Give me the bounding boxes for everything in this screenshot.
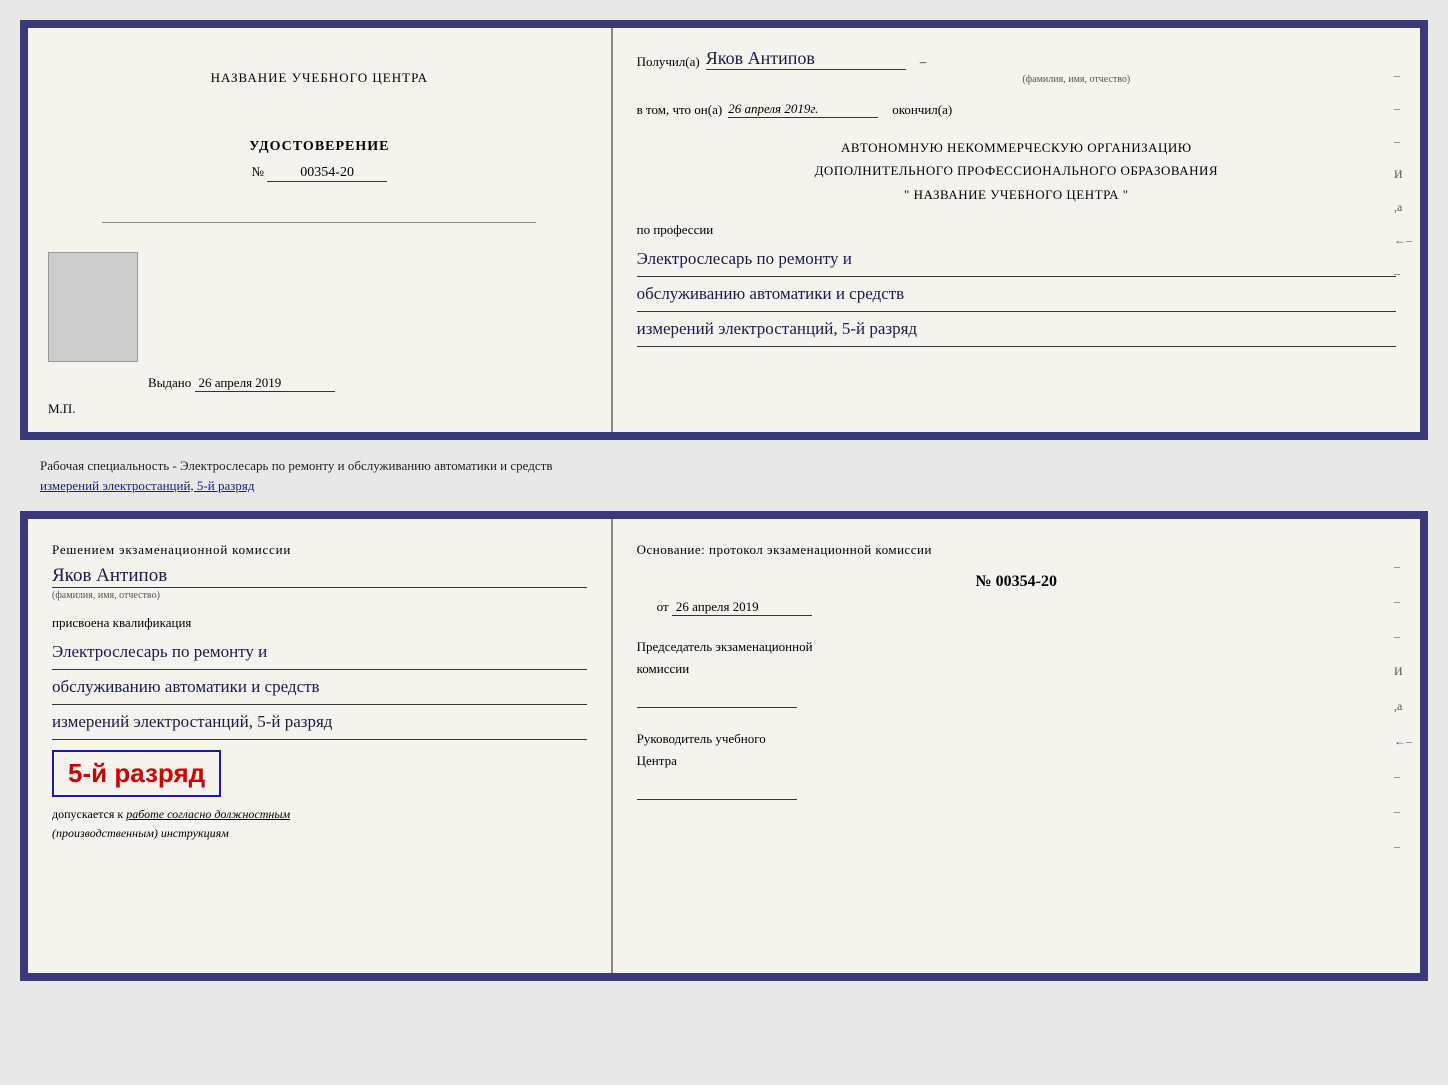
photo-placeholder — [48, 252, 138, 362]
razryad-badge-text: 5-й разряд — [68, 758, 205, 788]
dopuskaetsya-block: допускается к работе согласно должностны… — [52, 805, 587, 843]
org-line3: " НАЗВАНИЕ УЧЕБНОГО ЦЕНТРА " — [637, 183, 1396, 206]
predsedatel-line2: комиссии — [637, 658, 1396, 680]
fio-hint-top: (фамилия, имя, отчество) — [757, 74, 1396, 85]
dash2: – — [1394, 101, 1412, 116]
predsedatel-line1: Председатель экзаменационной — [637, 636, 1396, 658]
close-paren: ,а — [1394, 200, 1412, 215]
po-professii: по профессии — [637, 222, 1396, 238]
page-wrapper: НАЗВАНИЕ УЧЕБНОГО ЦЕНТРА УДОСТОВЕРЕНИЕ №… — [20, 20, 1428, 981]
handwritten-name-bottom: Яков Антипов — [52, 565, 587, 588]
vydano-label: Выдано — [148, 375, 191, 390]
bdash5: – — [1394, 804, 1412, 819]
bdash3: – — [1394, 629, 1412, 644]
razryad-badge: 5-й разряд — [52, 750, 221, 797]
middle-line2: измерений электростанций, 5-й разряд — [40, 478, 254, 493]
rukovoditel-block: Руководитель учебного Центра — [637, 728, 1396, 800]
dopuskaetsya-value2: (производственным) инструкциям — [52, 826, 229, 840]
org-line2: ДОПОЛНИТЕЛЬНОГО ПРОФЕССИОНАЛЬНОГО ОБРАЗО… — [637, 159, 1396, 182]
rukovoditel-line2: Центра — [637, 750, 1396, 772]
bdash4: – — [1394, 769, 1412, 784]
bdash1: – — [1394, 559, 1412, 574]
profession-line2: обслуживанию автоматики и средств — [637, 277, 1396, 312]
middle-text: Рабочая специальность - Электрослесарь п… — [20, 448, 1428, 503]
vydano-date: 26 апреля 2019 — [195, 375, 335, 392]
dash-arrow: ←– — [1394, 233, 1412, 248]
predsedatel-signature — [637, 688, 797, 708]
dash1: – — [1394, 68, 1412, 83]
ot-date-value: 26 апреля 2019 — [672, 599, 812, 616]
prisvoena: присвоена квалификация — [52, 615, 587, 631]
bdash2: – — [1394, 594, 1412, 609]
bottom-doc-left: Решением экзаменационной комиссии Яков А… — [28, 519, 613, 973]
bottom-profession-line3: измерений электростанций, 5-й разряд — [52, 705, 587, 740]
udostoverenie-number: 00354-20 — [267, 165, 387, 182]
bottom-profession-line2: обслуживанию автоматики и средств — [52, 670, 587, 705]
dopuskaetsya-value: работе согласно должностным — [126, 807, 290, 821]
org-block: АВТОНОМНУЮ НЕКОММЕРЧЕСКУЮ ОРГАНИЗАЦИЮ ДО… — [637, 136, 1396, 206]
fio-hint-bottom: (фамилия, имя, отчество) — [52, 590, 587, 601]
top-doc-left: НАЗВАНИЕ УЧЕБНОГО ЦЕНТРА УДОСТОВЕРЕНИЕ №… — [28, 28, 613, 432]
and-symbol: И — [1394, 167, 1412, 182]
predsedatel-block: Председатель экзаменационной комиссии — [637, 636, 1396, 708]
udostoverenie-number-line: № 00354-20 — [249, 161, 389, 182]
received-line: Получил(а) Яков Антипов – — [637, 48, 1396, 70]
ot-date-line: от 26 апреля 2019 — [657, 599, 1396, 616]
protocol-number: № 00354-20 — [637, 573, 1396, 591]
mp-label: М.П. — [48, 401, 75, 417]
bdash-arrow: ←– — [1394, 734, 1412, 749]
bottom-doc-right: Основание: протокол экзаменационной коми… — [613, 519, 1420, 973]
middle-line1: Рабочая специальность - Электрослесарь п… — [40, 458, 552, 473]
profession-line1: Электрослесарь по ремонту и — [637, 242, 1396, 277]
top-left-title: НАЗВАНИЕ УЧЕБНОГО ЦЕНТРА — [211, 68, 428, 89]
dopuskaetsya-label: допускается к — [52, 807, 123, 821]
number-label: № — [251, 164, 263, 179]
poluchil-label: Получил(а) — [637, 54, 700, 70]
ot-label: от — [657, 599, 669, 614]
dash3: – — [1394, 134, 1412, 149]
bdash6: – — [1394, 839, 1412, 854]
udostoverenie-title: УДОСТОВЕРЕНИЕ — [249, 139, 389, 155]
bclose-paren: ,а — [1394, 699, 1412, 714]
vtom-label: в том, что он(а) — [637, 102, 723, 118]
band-symbol: И — [1394, 664, 1412, 679]
bottom-profession-block: Электрослесарь по ремонту и обслуживанию… — [52, 635, 587, 740]
vtom-date: 26 апреля 2019г. — [728, 101, 878, 118]
okonchil-label: окончил(а) — [892, 102, 952, 118]
osnovanie: Основание: протокол экзаменационной коми… — [637, 539, 1396, 561]
profession-block: Электрослесарь по ремонту и обслуживанию… — [637, 242, 1396, 347]
resheniem-title: Решением экзаменационной комиссии — [52, 539, 587, 561]
bottom-document: Решением экзаменационной комиссии Яков А… — [20, 511, 1428, 981]
vtom-line: в том, что он(а) 26 апреля 2019г. окончи… — [637, 101, 1396, 118]
udostoverenie-block: УДОСТОВЕРЕНИЕ № 00354-20 — [249, 139, 389, 182]
rukovoditel-signature — [637, 780, 797, 800]
right-side-dashes: – – – И ,а ←– – — [1394, 68, 1412, 281]
dash-after-name: – — [920, 54, 927, 70]
profession-line3: измерений электростанций, 5-й разряд — [637, 312, 1396, 347]
bottom-profession-line1: Электрослесарь по ремонту и — [52, 635, 587, 670]
dash4: – — [1394, 266, 1412, 281]
right-dashes-bottom: – – – И ,а ←– – – – — [1394, 559, 1412, 854]
rukovoditel-line1: Руководитель учебного — [637, 728, 1396, 750]
handwritten-name: Яков Антипов — [706, 48, 906, 70]
top-document: НАЗВАНИЕ УЧЕБНОГО ЦЕНТРА УДОСТОВЕРЕНИЕ №… — [20, 20, 1428, 440]
vydano-line: Выдано 26 апреля 2019 — [148, 375, 335, 392]
org-line1: АВТОНОМНУЮ НЕКОММЕРЧЕСКУЮ ОРГАНИЗАЦИЮ — [637, 136, 1396, 159]
top-doc-right: Получил(а) Яков Антипов – (фамилия, имя,… — [613, 28, 1420, 432]
